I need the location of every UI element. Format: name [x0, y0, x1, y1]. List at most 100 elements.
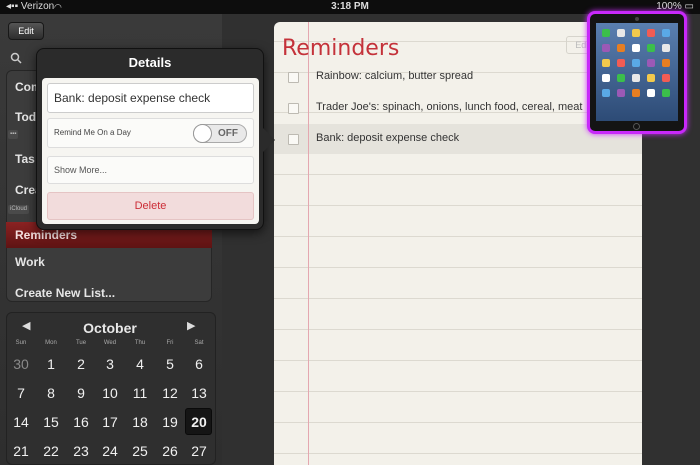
calendar-day[interactable]: 4: [129, 356, 151, 372]
app-icon: [662, 89, 670, 97]
calendar-day[interactable]: 21: [10, 443, 32, 459]
sidebar-item-tasks[interactable]: Tas: [15, 152, 35, 166]
calendar-day[interactable]: 22: [40, 443, 62, 459]
edit-lists-button[interactable]: Edit: [8, 22, 44, 40]
camera-dot: [635, 17, 639, 21]
sidebar-item-work[interactable]: Work: [15, 255, 45, 269]
calendar-day[interactable]: 3: [99, 356, 121, 372]
app-icon: [602, 74, 610, 82]
weekday-label: Sun: [15, 340, 27, 346]
calendar-day[interactable]: 5: [159, 356, 181, 372]
calendar-day[interactable]: 25: [129, 443, 151, 459]
calendar-day[interactable]: 11: [129, 385, 151, 401]
app-icon: [647, 89, 655, 97]
home-button-icon: [633, 123, 640, 130]
calendar-day[interactable]: 8: [40, 385, 62, 401]
checkbox[interactable]: [288, 103, 299, 114]
calendar-day[interactable]: 13: [188, 385, 210, 401]
list-item[interactable]: Rainbow: calcium, butter spread: [274, 62, 642, 92]
calendar-day[interactable]: 18: [129, 414, 151, 430]
calendar-day[interactable]: 17: [99, 414, 121, 430]
icloud-section-tag: iCloud: [8, 205, 30, 214]
weekday-label: Fri: [166, 340, 174, 346]
popover-arrow: [263, 128, 275, 152]
create-new-list-button[interactable]: Create New List...: [15, 286, 115, 300]
calendar-day[interactable]: 6: [188, 356, 210, 372]
weekday-label: Mon: [45, 340, 57, 346]
app-icon: [617, 74, 625, 82]
calendar-day[interactable]: 26: [159, 443, 181, 459]
app-icon: [632, 29, 640, 37]
sidebar-item-reminders[interactable]: Reminders: [15, 228, 77, 242]
ipad-home-screen: [596, 23, 678, 121]
weekday-label: Tue: [75, 340, 87, 346]
weekday-label: Thu: [134, 340, 146, 346]
app-icon: [662, 59, 670, 67]
show-more-button[interactable]: Show More...: [47, 156, 254, 184]
sidebar-item-today[interactable]: Tod: [15, 110, 36, 124]
details-popover: Details Bank: deposit expense check Remi…: [36, 48, 264, 230]
calendar-day[interactable]: 30: [10, 356, 32, 372]
remind-on-day-row: Remind Me On a Day OFF: [47, 118, 254, 148]
app-icon: [662, 74, 670, 82]
app-icon: [602, 29, 610, 37]
list-item[interactable]: Trader Joe's: spinach, onions, lunch foo…: [274, 93, 642, 123]
calendar-day[interactable]: 10: [99, 385, 121, 401]
calendar-day[interactable]: 1: [40, 356, 62, 372]
ipad-device-image: [590, 14, 684, 131]
next-month-button[interactable]: ▶: [187, 319, 195, 332]
weekday-label: Wed: [103, 340, 117, 346]
app-icon: [647, 59, 655, 67]
calendar-day[interactable]: 12: [159, 385, 181, 401]
toggle-state-label: OFF: [218, 128, 238, 139]
reminder-text: Bank: deposit expense check: [316, 132, 460, 144]
app-icon: [632, 89, 640, 97]
calendar-day[interactable]: 27: [188, 443, 210, 459]
search-icon[interactable]: [10, 52, 22, 64]
status-bar: ◂▪▪ Verizon ◠ 3:18 PM 100% ▭: [0, 0, 700, 14]
calendar-day[interactable]: 24: [99, 443, 121, 459]
app-icon: [617, 29, 625, 37]
app-icon: [662, 44, 670, 52]
delete-button[interactable]: Delete: [47, 192, 254, 220]
calendar-day[interactable]: 15: [40, 414, 62, 430]
calendar-day[interactable]: 7: [10, 385, 32, 401]
list-title: Reminders: [282, 36, 400, 61]
calendar-day[interactable]: 19: [159, 414, 181, 430]
app-icon: [647, 29, 655, 37]
app-icon: [647, 74, 655, 82]
app-icon: [602, 44, 610, 52]
battery-indicator: 100% ▭: [656, 1, 694, 12]
reminder-text: Rainbow: calcium, butter spread: [316, 70, 474, 82]
calendar-day[interactable]: 14: [10, 414, 32, 430]
reminder-title-field[interactable]: Bank: deposit expense check: [47, 83, 254, 113]
list-item[interactable]: Bank: deposit expense check: [274, 124, 642, 154]
calendar-day[interactable]: 2: [70, 356, 92, 372]
section-tag: ▪▪▪: [8, 130, 19, 139]
prev-month-button[interactable]: ◀: [22, 319, 30, 332]
app-icon: [662, 29, 670, 37]
calendar-day[interactable]: 9: [70, 385, 92, 401]
clock: 3:18 PM: [331, 1, 369, 12]
app-icon: [617, 59, 625, 67]
app-icon: [632, 59, 640, 67]
popover-title: Details: [128, 55, 172, 70]
checkbox[interactable]: [288, 72, 299, 83]
app-icon: [647, 44, 655, 52]
app-icon: [602, 59, 610, 67]
popover-body: Bank: deposit expense check Remind Me On…: [42, 78, 259, 224]
reminder-text: Trader Joe's: spinach, onions, lunch foo…: [316, 101, 583, 113]
reminders-list: Reminders Edit Rainbow: calcium, butter …: [274, 22, 642, 465]
toggle-knob: [193, 124, 212, 143]
app-icon: [632, 74, 640, 82]
remind-toggle[interactable]: OFF: [193, 124, 247, 143]
checkbox[interactable]: [288, 134, 299, 145]
calendar-day[interactable]: 16: [70, 414, 92, 430]
ipad-screen: ◂▪▪ Verizon ◠ 3:18 PM 100% ▭ Edit ▪▪▪ iC…: [0, 0, 700, 465]
calendar-month: October: [83, 320, 137, 336]
calendar-day[interactable]: 20: [188, 414, 210, 430]
app-icon: [617, 89, 625, 97]
calendar-day[interactable]: 23: [70, 443, 92, 459]
app-icon: [632, 44, 640, 52]
app-icon: [617, 44, 625, 52]
